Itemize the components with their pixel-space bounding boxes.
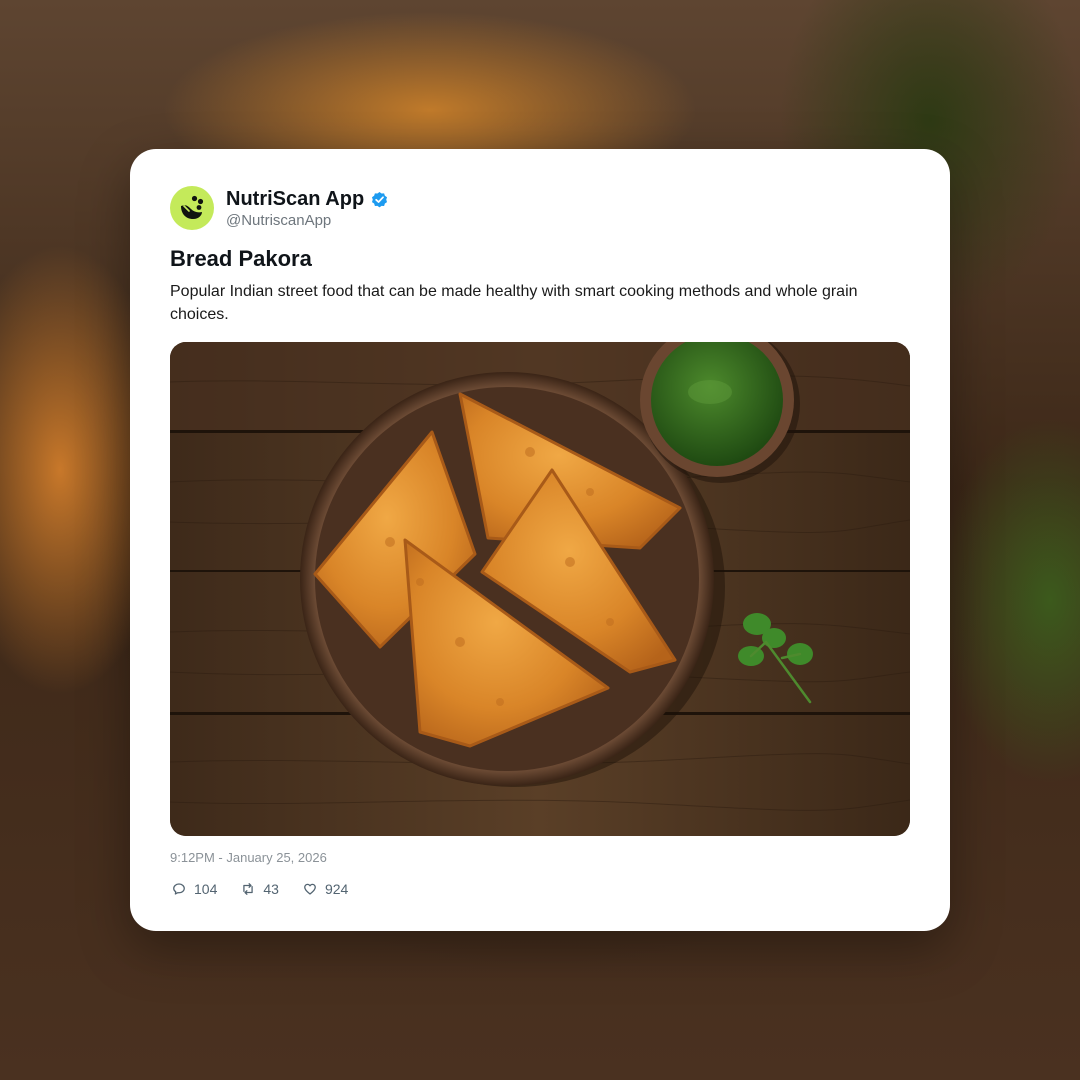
like-button[interactable]: 924: [303, 881, 348, 897]
retweet-icon: [241, 882, 255, 896]
post-title: Bread Pakora: [170, 246, 312, 271]
engagement-bar: 104 43 924: [172, 881, 372, 897]
author-identity: NutriScan App @NutriscanApp: [226, 187, 389, 229]
post-header: NutriScan App @NutriscanApp: [170, 185, 389, 231]
reply-button[interactable]: 104: [172, 881, 217, 897]
post-timestamp: 9:12PM - January 25, 2026: [170, 850, 327, 865]
reply-count: 104: [194, 881, 218, 897]
post-text: Popular Indian street food that can be m…: [170, 283, 858, 323]
post-card: NutriScan App @NutriscanApp Bread Pakora…: [130, 149, 950, 931]
author-name[interactable]: NutriScan App: [226, 188, 364, 211]
like-count: 924: [324, 881, 349, 897]
verified-badge-icon: [370, 190, 389, 209]
retweet-count: 43: [263, 881, 279, 897]
retweet-button[interactable]: 43: [241, 881, 279, 897]
author-handle[interactable]: @NutriscanApp: [226, 212, 389, 229]
nutriscan-logo-icon[interactable]: [170, 186, 214, 230]
post-image[interactable]: [170, 342, 910, 836]
heart-icon: [303, 882, 317, 896]
reply-icon: [172, 882, 186, 896]
